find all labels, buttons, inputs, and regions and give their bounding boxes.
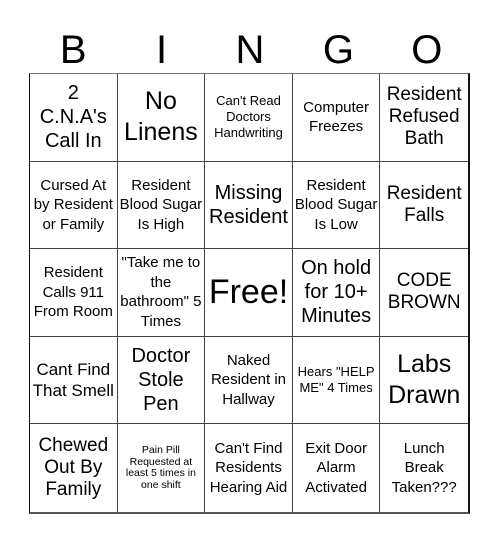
cell-text: Resident Falls bbox=[386, 182, 462, 226]
cell-text: Resident Blood Sugar Is High bbox=[119, 176, 203, 233]
bingo-cell[interactable]: Computer Freezes bbox=[292, 74, 381, 162]
cell-text: Exit Door Alarm Activated bbox=[305, 439, 367, 496]
cell-text: Can't Read Doctors Handwriting bbox=[214, 93, 283, 141]
cell-text: Hears "HELP ME" 4 Times bbox=[297, 364, 375, 396]
bingo-cell[interactable]: Hears "HELP ME" 4 Times bbox=[292, 336, 381, 425]
bingo-cell[interactable]: "Take me to the bathroom" 5 Times bbox=[117, 249, 206, 337]
bingo-cell[interactable]: Doctor Stole Pen bbox=[117, 336, 206, 425]
bingo-cell[interactable]: Pain Pill Requested at least 5 times in … bbox=[118, 424, 206, 512]
header-letter-g: G bbox=[322, 28, 354, 72]
bingo-cell[interactable]: Missing Resident bbox=[205, 161, 293, 250]
bingo-cell[interactable]: Cursed At by Resident or Family bbox=[30, 161, 118, 250]
bingo-cell[interactable]: Naked Resident in Hallway bbox=[205, 336, 293, 425]
cell-text: Resident Refused Bath bbox=[386, 84, 462, 150]
bingo-cell[interactable]: Chewed Out By Family bbox=[30, 424, 118, 512]
bingo-cell[interactable]: Exit Door Alarm Activated bbox=[293, 424, 381, 512]
cell-text: Cursed At by Resident or Family bbox=[33, 176, 113, 233]
bingo-cell[interactable]: Lunch Break Taken??? bbox=[380, 424, 468, 512]
cell-text: "Take me to the bathroom" 5 Times bbox=[120, 254, 202, 330]
bingo-cell[interactable]: Resident Blood Sugar Is High bbox=[117, 161, 206, 250]
cell-text: 2 C.N.A's Call In bbox=[39, 82, 107, 153]
bingo-cell[interactable]: 2 C.N.A's Call In bbox=[30, 74, 118, 162]
cell-text: Resident Calls 911 From Room bbox=[33, 264, 113, 321]
bingo-cell[interactable]: Cant Find That Smell bbox=[30, 336, 118, 425]
header-letter-n: N bbox=[235, 28, 265, 72]
header-letter-b: B bbox=[59, 28, 87, 72]
cell-text: Free! bbox=[208, 273, 289, 312]
bingo-cell[interactable]: Can't Read Doctors Handwriting bbox=[205, 74, 293, 162]
cell-text: Pain Pill Requested at least 5 times in … bbox=[125, 444, 196, 491]
cell-text: No Linens bbox=[124, 87, 198, 147]
cell-text: Labs Drawn bbox=[388, 350, 461, 410]
bingo-header: B I N G O bbox=[29, 28, 471, 72]
free-space-cell[interactable]: Free! bbox=[205, 249, 293, 337]
cell-text: Missing Resident bbox=[209, 181, 288, 228]
bingo-cell[interactable]: Resident Refused Bath bbox=[380, 74, 468, 162]
bingo-cell[interactable]: On hold for 10+ Minutes bbox=[292, 249, 381, 337]
cell-text: Doctor Stole Pen bbox=[131, 345, 191, 416]
bingo-cell[interactable]: Resident Blood Sugar Is Low bbox=[292, 161, 381, 250]
bingo-cell[interactable]: Resident Calls 911 From Room bbox=[30, 249, 118, 337]
cell-text: Resident Blood Sugar Is Low bbox=[294, 176, 378, 233]
bingo-cell[interactable]: Resident Falls bbox=[380, 162, 468, 250]
cell-text: Lunch Break Taken??? bbox=[391, 439, 457, 496]
cell-text: Cant Find That Smell bbox=[32, 360, 114, 401]
bingo-cell[interactable]: Can't Find Residents Hearing Aid bbox=[205, 424, 293, 512]
header-letter-o: O bbox=[411, 28, 443, 72]
bingo-cell[interactable]: CODE BROWN bbox=[380, 249, 468, 337]
cell-text: On hold for 10+ Minutes bbox=[301, 257, 372, 328]
bingo-board: 2 C.N.A's Call In No Linens Can't Read D… bbox=[29, 73, 470, 514]
header-letter-i: I bbox=[156, 28, 168, 72]
cell-text: Computer Freezes bbox=[303, 98, 370, 136]
cell-text: Can't Find Residents Hearing Aid bbox=[209, 439, 288, 496]
cell-text: Chewed Out By Family bbox=[38, 435, 109, 501]
bingo-cell[interactable]: No Linens bbox=[117, 74, 206, 162]
cell-text: CODE BROWN bbox=[387, 270, 461, 314]
bingo-cell[interactable]: Labs Drawn bbox=[380, 337, 468, 425]
cell-text: Naked Resident in Hallway bbox=[210, 351, 287, 408]
